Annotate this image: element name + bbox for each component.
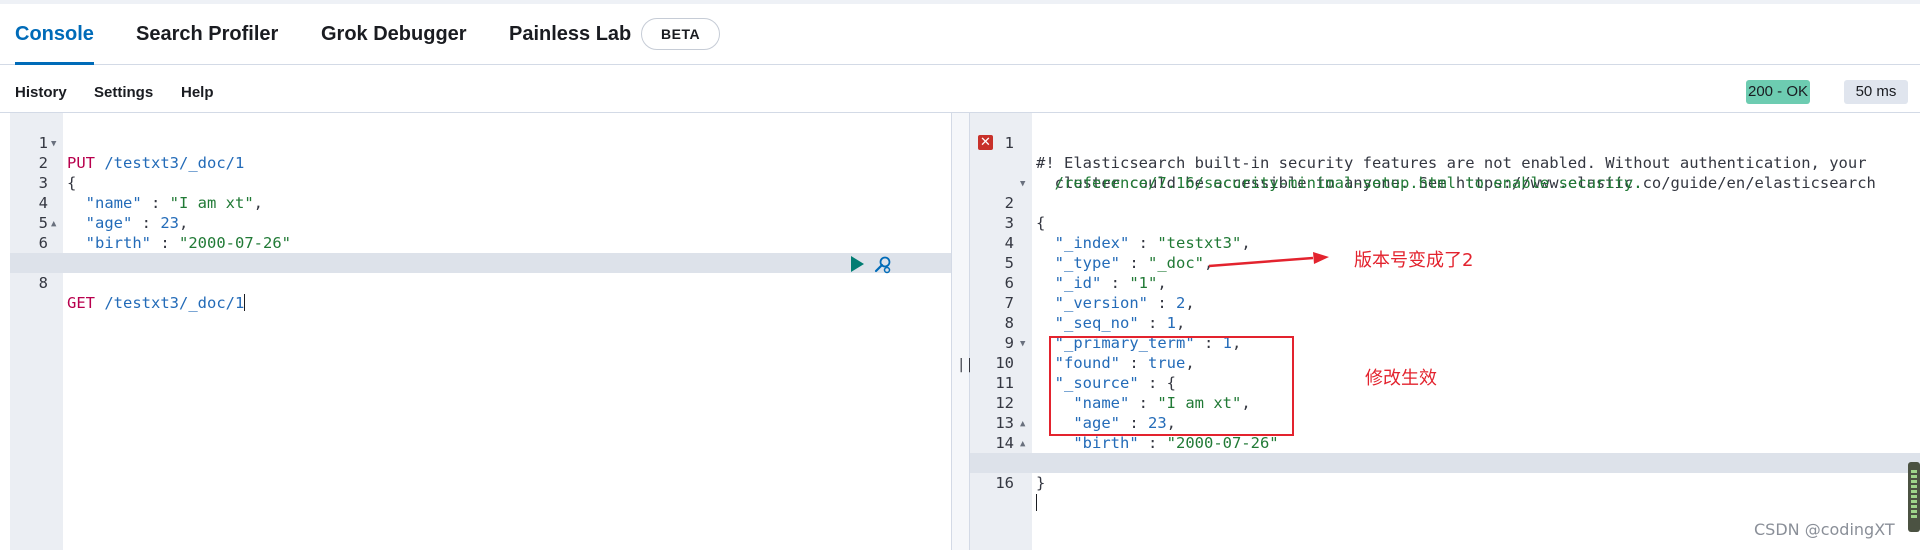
tab-console[interactable]: Console bbox=[15, 4, 94, 65]
source-annotation-box bbox=[1049, 336, 1294, 436]
source-annotation: 修改生效 bbox=[1365, 368, 1437, 389]
fold-toggle-icon[interactable]: ▲ bbox=[1020, 434, 1025, 454]
panel-resizer[interactable]: || bbox=[951, 113, 974, 550]
tab-painless-lab[interactable]: Painless Lab bbox=[509, 4, 631, 64]
status-badge: 200 - OK bbox=[1746, 80, 1810, 104]
version-annotation: 版本号变成了2 bbox=[1354, 250, 1474, 271]
response-editor[interactable]: 1 #! Elasticsearch built-in security fea… bbox=[970, 113, 1920, 550]
send-request-play-icon[interactable] bbox=[851, 256, 864, 272]
fold-toggle-icon[interactable]: ▲ bbox=[1020, 414, 1025, 434]
help-button[interactable]: Help bbox=[181, 84, 214, 101]
response-line: 8 "_primary_term" : 1, bbox=[1004, 314, 1242, 352]
tab-search-profiler[interactable]: Search Profiler bbox=[136, 4, 278, 64]
watermark: CSDN @codingXT bbox=[1754, 520, 1895, 539]
response-line: /reference/7.16/security-minimal-setup.h… bbox=[1036, 174, 1643, 192]
wrench-icon[interactable] bbox=[873, 255, 893, 275]
text-cursor bbox=[244, 294, 246, 311]
request-line: 1 PUT /testxt3/_doc/1 bbox=[38, 134, 245, 172]
console-menu: History Settings Help 200 - OK 50 ms bbox=[0, 64, 1920, 113]
response-line: 4 "_type" : "_doc", bbox=[1004, 234, 1214, 272]
fold-toggle-icon[interactable]: ▲ bbox=[51, 214, 56, 234]
text-cursor bbox=[1036, 494, 1037, 511]
beta-badge: BETA bbox=[641, 18, 721, 50]
response-line: 3 "_index" : "testxt3", bbox=[1004, 214, 1251, 252]
request-line: 6▲ } bbox=[10, 213, 951, 272]
tab-bar: Console Search Profiler Grok Debugger Pa… bbox=[0, 4, 1920, 65]
request-line: 3 "name" : "I am xt", bbox=[38, 174, 264, 212]
response-line: ✕ cluster could be accessible to anyone.… bbox=[970, 133, 1920, 192]
minimap-scrollbar[interactable] bbox=[1908, 462, 1920, 532]
request-line: 5 "birth" : "2000-07-26" bbox=[38, 214, 291, 252]
history-button[interactable]: History bbox=[15, 84, 67, 101]
fold-toggle-icon[interactable]: ▼ bbox=[51, 134, 56, 154]
response-line: 9 "found" : true, bbox=[1004, 334, 1195, 372]
response-line: 15▲ } bbox=[970, 433, 1920, 492]
request-line: 7 bbox=[10, 233, 951, 272]
settings-button[interactable]: Settings bbox=[94, 84, 153, 101]
request-time-badge: 50 ms bbox=[1844, 80, 1908, 104]
fold-toggle-icon[interactable]: ▼ bbox=[1020, 334, 1025, 354]
request-line: 2 ▼ { bbox=[10, 133, 951, 192]
request-line: 4 "age" : 23, bbox=[38, 194, 189, 232]
request-line-active: 8 GET /testxt3/_doc/1 bbox=[10, 253, 951, 312]
response-line: 1 #! Elasticsearch built-in security fea… bbox=[1004, 134, 1867, 172]
tab-grok-debugger[interactable]: Grok Debugger bbox=[321, 4, 467, 64]
response-line-active: 16 bbox=[970, 453, 1920, 511]
annotation-arrow-icon bbox=[1208, 252, 1329, 268]
response-line: 2 ▼ { bbox=[970, 173, 1920, 232]
request-editor[interactable]: 1 PUT /testxt3/_doc/1 2 ▼ { 3 "name" : "I… bbox=[10, 113, 951, 550]
response-line: 7 "_seq_no" : 1, bbox=[1004, 294, 1186, 332]
warning-error-icon: ✕ bbox=[978, 135, 993, 150]
fold-toggle-icon[interactable]: ▼ bbox=[1020, 174, 1025, 194]
